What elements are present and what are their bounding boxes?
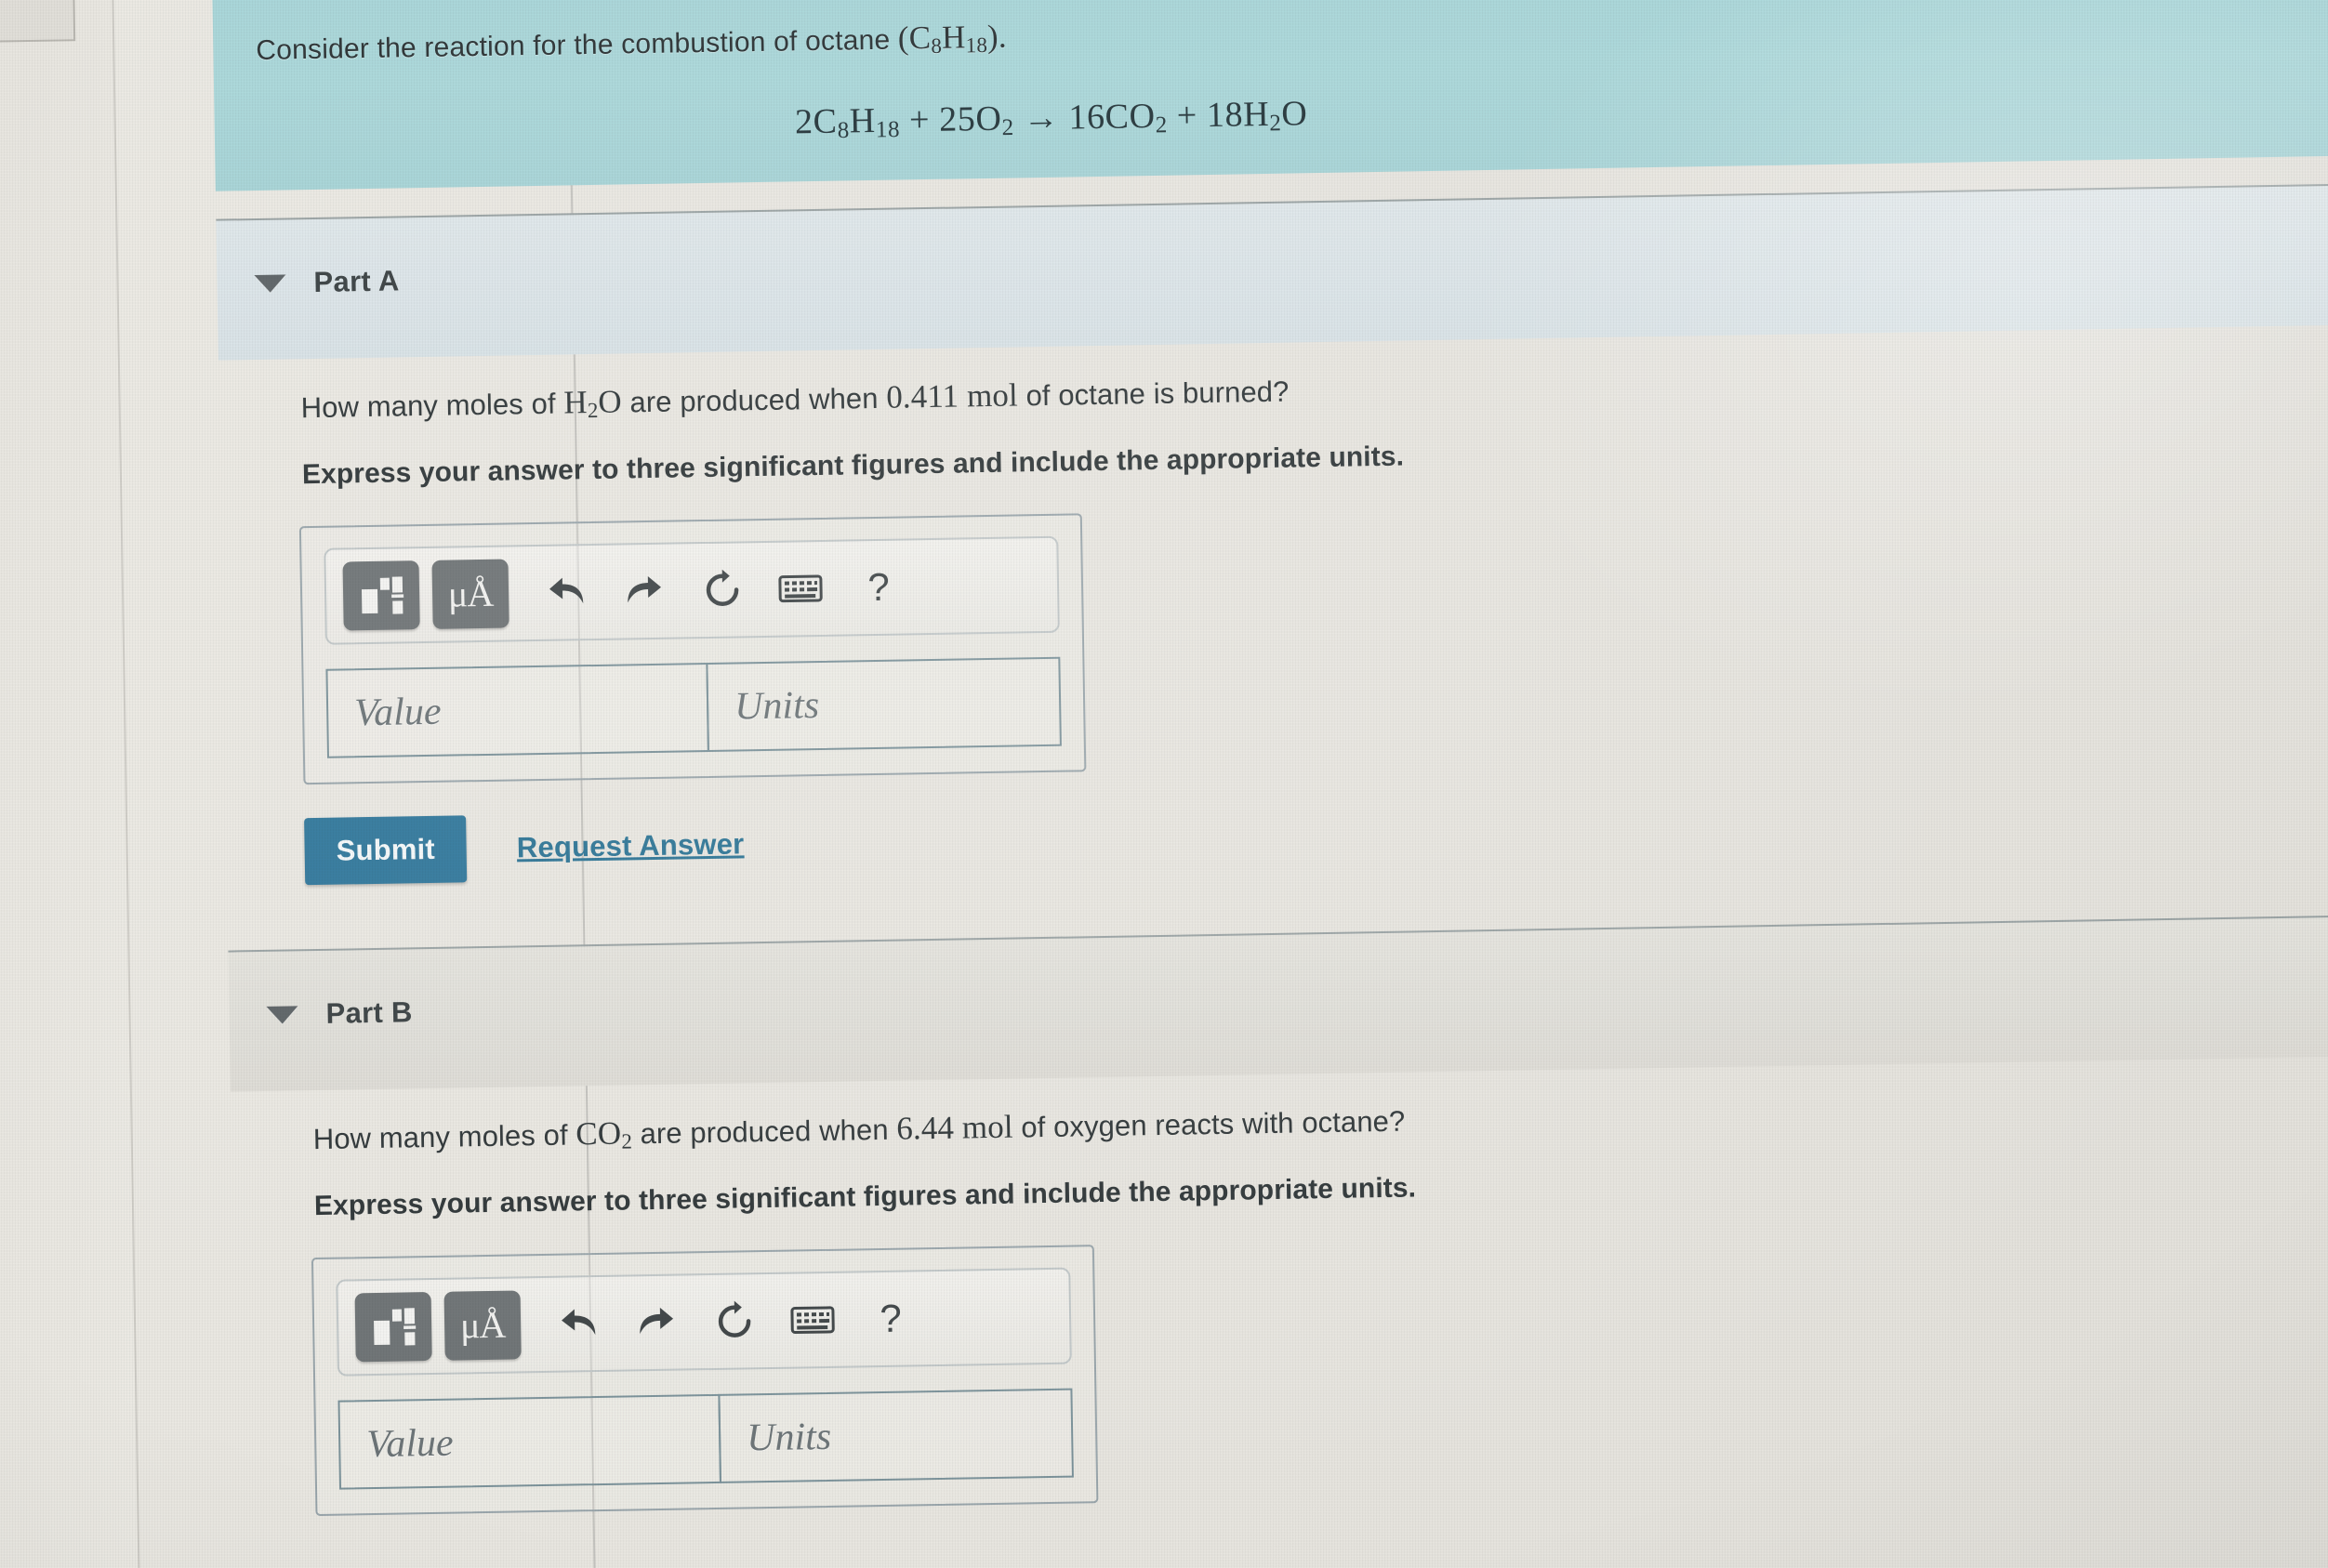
part-a-fields: Value Units — [325, 656, 1062, 758]
reset-icon[interactable] — [686, 555, 758, 625]
reset-icon[interactable] — [699, 1286, 771, 1356]
part-a-instruction: Express your answer to three significant… — [301, 441, 1405, 491]
part-b-header-band[interactable]: Part B — [228, 913, 2328, 1092]
help-icon-label: ? — [866, 564, 891, 610]
browser-left-gutter — [0, 0, 141, 1568]
part-b-question: How many moles of CO2 are produced when … — [312, 1104, 1406, 1156]
balanced-equation: 2C8H18 + 25O2 → 16CO2 + 18H2O — [794, 94, 1308, 144]
part-b-instruction: Express your answer to three significant… — [313, 1172, 1417, 1222]
part-a-answer-box: μÅ ? Value Units — [298, 513, 1087, 785]
part-a-question: How many moles of H2O are produced when … — [300, 375, 1290, 425]
help-icon[interactable]: ? — [854, 1284, 926, 1353]
part-b-answer-box: μÅ ? Value Units — [311, 1245, 1099, 1517]
part-b-label: Part B — [325, 995, 413, 1030]
part-a-units-placeholder: Units — [734, 684, 820, 729]
keyboard-icon[interactable] — [764, 554, 836, 624]
redo-icon[interactable] — [608, 557, 680, 626]
units-icon[interactable]: μÅ — [443, 1290, 522, 1361]
part-a-submit-button[interactable]: Submit — [304, 815, 468, 886]
part-a-request-answer-link[interactable]: Request Answer — [517, 827, 745, 864]
units-icon-label: μÅ — [459, 1303, 506, 1347]
problem-statement-text: Consider the reaction for the combustion… — [256, 24, 891, 66]
units-icon-label: μÅ — [447, 572, 494, 615]
part-b-value-placeholder: Value — [365, 1421, 454, 1467]
part-a-toggle[interactable]: Part A — [254, 264, 400, 300]
part-b-units-input[interactable]: Units — [718, 1388, 1074, 1483]
part-b-body: How many moles of CO2 are produced when … — [231, 1085, 2328, 1518]
octane-formula: (C8H18). — [897, 18, 1008, 58]
part-a-value-placeholder: Value — [353, 690, 442, 735]
part-a-header-band[interactable]: Part A — [216, 181, 2328, 361]
part-b-toolbar: μÅ ? — [336, 1267, 1072, 1377]
math-template-icon[interactable] — [354, 1292, 432, 1363]
part-a-toolbar: μÅ ? — [324, 535, 1060, 645]
photographed-screen: Consider the reaction for the combustion… — [0, 0, 2328, 1568]
part-b-value-input[interactable]: Value — [337, 1393, 721, 1490]
math-template-icon[interactable] — [342, 560, 420, 631]
part-a-units-input[interactable]: Units — [706, 656, 1062, 753]
undo-icon[interactable] — [543, 1289, 615, 1359]
part-b-units-placeholder: Units — [746, 1415, 832, 1460]
chevron-down-icon[interactable] — [254, 273, 286, 293]
part-a-body: How many moles of H2O are produced when … — [218, 353, 2328, 887]
problem-statement: Consider the reaction for the combustion… — [256, 0, 2328, 70]
assignment-content: Consider the reaction for the combustion… — [212, 0, 2328, 1568]
help-icon-label: ? — [880, 1296, 903, 1341]
chevron-down-icon[interactable] — [266, 1005, 298, 1024]
undo-icon[interactable] — [530, 558, 602, 627]
units-icon[interactable]: μÅ — [431, 559, 509, 629]
window-corner-tile — [0, 0, 76, 44]
part-a-actions: Submit Request Answer — [304, 783, 2328, 886]
part-b-fields: Value Units — [337, 1388, 1074, 1490]
keyboard-icon[interactable] — [776, 1285, 848, 1355]
help-icon[interactable]: ? — [842, 552, 914, 622]
redo-icon[interactable] — [621, 1287, 693, 1357]
part-a-label: Part A — [313, 264, 400, 298]
problem-banner: Consider the reaction for the combustion… — [212, 0, 2328, 191]
part-a-value-input[interactable]: Value — [325, 663, 709, 758]
part-b-toggle[interactable]: Part B — [266, 995, 413, 1032]
